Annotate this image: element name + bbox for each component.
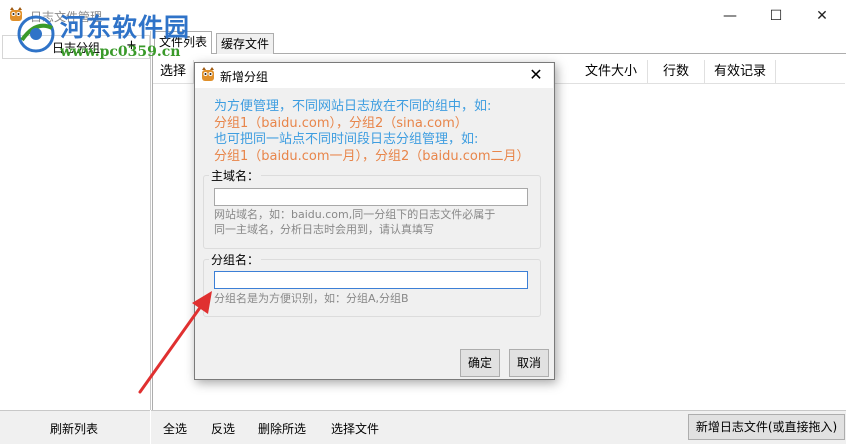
dialog-title: 新增分组 [220, 70, 269, 84]
domain-note-2: 同一主域名，分析日志时会用到，请认真填写 [214, 223, 434, 236]
tab-cache-files[interactable]: 缓存文件 [216, 33, 275, 54]
column-file-size[interactable]: 文件大小 [575, 60, 648, 83]
owl-dialog-icon [202, 67, 214, 81]
choose-file-button[interactable]: 选择文件 [331, 420, 379, 437]
dialog-close-icon[interactable]: ✕ [526, 65, 546, 85]
ok-button[interactable]: 确定 [460, 349, 500, 377]
cancel-button[interactable]: 取消 [509, 349, 549, 377]
annotation-arrow-icon [138, 291, 212, 394]
add-log-file-button[interactable]: 新增日志文件(或直接拖入) [688, 414, 845, 440]
refresh-list-button[interactable]: 刷新列表 [50, 420, 98, 437]
close-button[interactable]: ✕ [799, 0, 845, 31]
hint-line-4: 分组1（baidu.com一月），分组2（baidu.com二月） [214, 149, 530, 164]
minimize-button[interactable]: — [707, 0, 753, 31]
watermark-url: www.pc0359.cn [60, 44, 181, 60]
watermark-logo-icon [17, 15, 55, 53]
column-valid-records[interactable]: 有效记录 [705, 60, 776, 83]
watermark-site-name: 河东软件园 [60, 13, 191, 42]
domain-input[interactable] [214, 188, 528, 206]
group-panel [0, 31, 151, 410]
group-name-input[interactable] [214, 271, 528, 289]
delete-selected-button[interactable]: 删除所选 [258, 420, 306, 437]
group-name-label: 分组名： [209, 251, 262, 268]
invert-selection-button[interactable]: 反选 [211, 420, 235, 437]
maximize-button[interactable]: ☐ [753, 0, 799, 31]
domain-label: 主域名： [209, 167, 262, 184]
column-select[interactable]: 选择 [153, 60, 194, 83]
select-all-button[interactable]: 全选 [163, 420, 187, 437]
group-name-note: 分组名是为方便识别，如：分组A,分组B [214, 292, 409, 305]
column-lines[interactable]: 行数 [648, 60, 705, 83]
